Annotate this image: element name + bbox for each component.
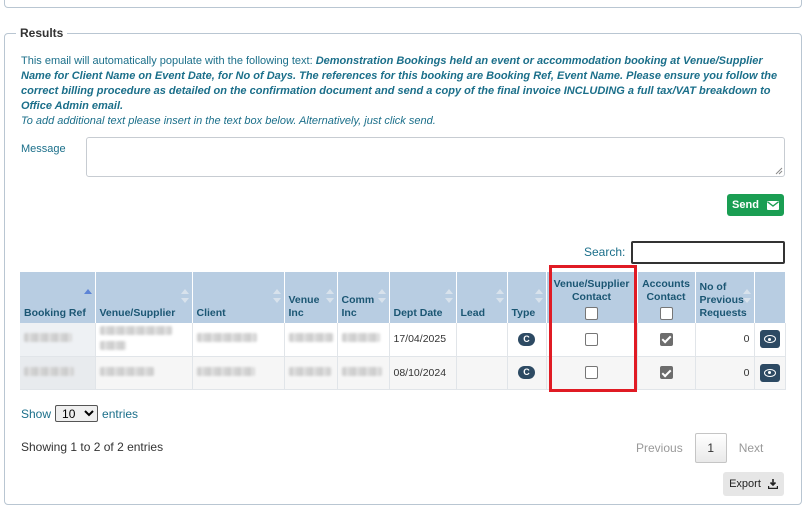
eye-icon [763, 368, 776, 377]
cell-client [192, 323, 285, 357]
intro-plain: This email will automatically populate w… [21, 55, 316, 67]
cell-client [192, 356, 285, 390]
cell-dept-date: 08/10/2024 [389, 356, 457, 390]
table-row: 08/10/2024 C 0 [20, 356, 786, 390]
col-venue-supplier-contact: Venue/Supplier Contact [546, 272, 638, 323]
col-actions [754, 272, 786, 323]
cell-booking-ref [20, 323, 96, 357]
cell-actions [754, 323, 786, 357]
col-client[interactable]: Client [192, 272, 285, 323]
show-label: Show [21, 406, 52, 421]
table-header-row: Booking Ref Venue/Supplier Client Venue … [20, 272, 786, 323]
cell-lead [456, 323, 508, 357]
sort-icon [444, 289, 453, 303]
export-label: Export [729, 478, 761, 490]
previous-page-button[interactable]: Previous [626, 441, 693, 455]
entries-label: entries [102, 406, 139, 421]
sort-asc-icon [83, 289, 92, 303]
col-previous-requests[interactable]: No of Previous Requests [695, 272, 755, 323]
entries-per-page-select[interactable]: 10 [55, 405, 99, 422]
sort-icon [495, 289, 504, 303]
col-type[interactable]: Type [507, 272, 547, 323]
col-dept-date[interactable]: Dept Date [389, 272, 457, 323]
venue-contact-checkbox[interactable] [585, 366, 598, 379]
accounts-contact-checkbox[interactable] [659, 366, 673, 379]
type-badge: C [518, 332, 535, 346]
pagination: Previous 1 Next [626, 433, 773, 463]
sort-icon [325, 289, 334, 303]
results-legend: Results [16, 26, 68, 40]
search-input[interactable] [631, 241, 785, 264]
send-label: Send [732, 199, 759, 211]
intro-note: To add additional text please insert in … [21, 115, 436, 127]
next-page-button[interactable]: Next [729, 441, 774, 455]
cell-booking-ref [20, 356, 96, 390]
col-accounts-contact: Accounts Contact [637, 272, 696, 323]
bookings-table: Booking Ref Venue/Supplier Client Venue … [20, 272, 786, 390]
cell-actions [754, 356, 786, 390]
view-button[interactable] [759, 363, 780, 382]
accounts-contact-checkbox[interactable] [659, 332, 673, 346]
sort-icon [377, 289, 386, 303]
eye-icon [763, 335, 776, 344]
sort-icon [180, 289, 189, 303]
sort-icon [272, 289, 281, 303]
send-button[interactable]: Send [727, 194, 784, 216]
table-length-control: Show 10 entries [21, 405, 138, 422]
export-button[interactable]: Export [723, 472, 784, 496]
cell-venue-contact [546, 323, 638, 357]
table-row: 17/04/2025 C 0 [20, 323, 786, 357]
message-textarea[interactable] [86, 137, 785, 177]
cell-lead [456, 356, 508, 390]
page-button-current[interactable]: 1 [694, 433, 727, 463]
col-lead[interactable]: Lead [456, 272, 508, 323]
envelope-icon [766, 200, 779, 210]
col-comm-inc[interactable]: Comm Inc [337, 272, 390, 323]
col-venue-inc[interactable]: Venue Inc [284, 272, 338, 323]
cell-venue-inc [284, 323, 338, 357]
cell-venue-inc [284, 356, 338, 390]
cell-type: C [507, 356, 547, 390]
select-all-accounts-contact-checkbox[interactable] [659, 306, 673, 320]
cell-venue-supplier [95, 356, 193, 390]
resize-grip-icon[interactable] [775, 167, 783, 175]
search-label: Search: [584, 245, 626, 259]
cell-previous-requests: 0 [695, 323, 755, 357]
sort-icon [534, 289, 543, 303]
cell-comm-inc [337, 356, 390, 390]
table-info: Showing 1 to 2 of 2 entries [21, 440, 164, 454]
col-booking-ref[interactable]: Booking Ref [20, 272, 96, 323]
view-button[interactable] [759, 330, 780, 349]
col-venue-supplier[interactable]: Venue/Supplier [95, 272, 193, 323]
cell-previous-requests: 0 [695, 356, 755, 390]
cell-venue-contact [546, 356, 638, 390]
message-label: Message [21, 143, 66, 155]
email-preview-text: This email will automatically populate w… [21, 54, 781, 129]
select-all-venue-contact-checkbox[interactable] [585, 306, 598, 320]
sort-icon [742, 289, 751, 303]
venue-contact-checkbox[interactable] [585, 332, 598, 346]
cell-accounts-contact [637, 356, 696, 390]
download-icon [767, 479, 778, 489]
cell-accounts-contact [637, 323, 696, 357]
cell-comm-inc [337, 323, 390, 357]
cell-venue-supplier [95, 323, 193, 357]
cell-type: C [507, 323, 547, 357]
cell-dept-date: 17/04/2025 [389, 323, 457, 357]
type-badge: C [518, 366, 535, 379]
top-panel-border [4, 0, 802, 8]
